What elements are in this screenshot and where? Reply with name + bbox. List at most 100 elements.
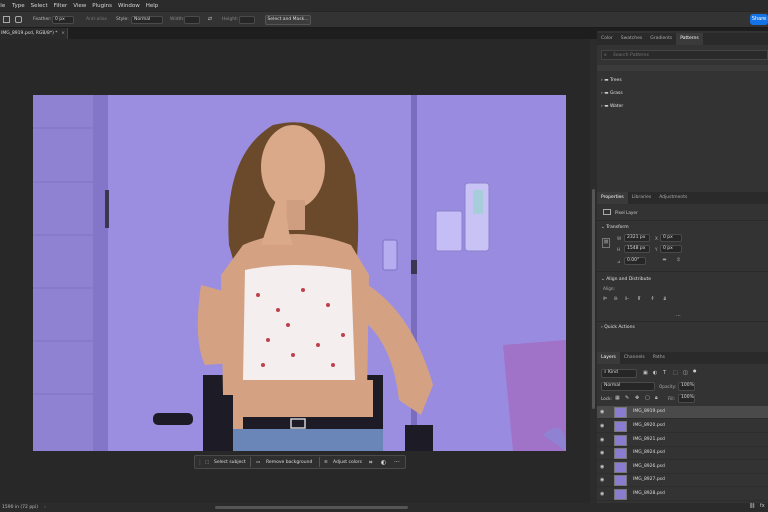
swap-icon[interactable]: ⇄ bbox=[206, 16, 214, 24]
align-header[interactable]: ⌄ Align and Distribute bbox=[601, 277, 651, 282]
pixel-layer-label: Pixel Layer bbox=[615, 210, 638, 215]
visibility-eye-icon[interactable]: ◉ bbox=[600, 477, 604, 483]
folder-water[interactable]: › ▬ Water bbox=[601, 104, 623, 109]
menu-file[interactable]: File bbox=[0, 3, 6, 9]
fx-icon[interactable]: fx bbox=[760, 503, 765, 509]
align-right-icon[interactable]: ⊩ bbox=[625, 296, 629, 302]
layer-row[interactable]: ◉ IMG_8921.psd bbox=[597, 434, 768, 447]
tab-swatches[interactable]: Swatches bbox=[617, 33, 647, 45]
drag-handle-icon[interactable]: ⋮ bbox=[197, 459, 203, 466]
layer-row[interactable]: ◉ IMG_8924.psd bbox=[597, 447, 768, 460]
tab-adjustments[interactable]: Adjustments bbox=[655, 192, 691, 204]
align-middle-icon[interactable]: ⫩ bbox=[651, 296, 654, 302]
tab-color[interactable]: Color bbox=[597, 33, 617, 45]
select-and-mask-button[interactable]: Select and Mask... bbox=[265, 15, 311, 25]
x-value-field[interactable]: 0 px bbox=[660, 234, 682, 242]
height-input[interactable] bbox=[239, 16, 255, 24]
folder-grass[interactable]: › ▬ Grass bbox=[601, 91, 623, 96]
folder-icon: ▬ bbox=[604, 91, 609, 96]
selection-mode-icon[interactable] bbox=[15, 16, 22, 23]
document-image[interactable] bbox=[33, 95, 566, 451]
height-value-field[interactable]: 1548 px bbox=[624, 245, 650, 253]
layer-name: IMG_8927.psd bbox=[633, 477, 665, 482]
menu-help[interactable]: Help bbox=[146, 3, 159, 9]
layer-row[interactable]: ◉ IMG_8928.psd bbox=[597, 488, 768, 501]
select-subject-button[interactable]: Select subject bbox=[214, 460, 246, 465]
horizontal-scrollbar[interactable] bbox=[215, 506, 408, 509]
adjust-colors-button[interactable]: Adjust colors bbox=[333, 460, 362, 465]
layer-row[interactable]: ◉ IMG_8919.psd bbox=[597, 406, 768, 419]
menu-view[interactable]: View bbox=[73, 3, 86, 9]
link-icon[interactable]: ⛓ bbox=[602, 238, 610, 248]
canvas-scrollbar[interactable] bbox=[590, 39, 597, 503]
link-layers-icon[interactable]: ⛓ bbox=[749, 503, 755, 509]
lock-transparent-icon[interactable]: ▦ bbox=[615, 395, 620, 401]
flip-vertical-icon[interactable]: ⇳ bbox=[675, 257, 682, 263]
visibility-eye-icon[interactable]: ◉ bbox=[600, 450, 604, 456]
blend-mode-select[interactable]: Normal bbox=[601, 382, 655, 391]
tab-channels[interactable]: Channels bbox=[620, 352, 649, 364]
lock-label: Lock: bbox=[601, 396, 612, 401]
filter-type-icon[interactable]: T bbox=[663, 370, 666, 376]
remove-background-button[interactable]: Remove background bbox=[266, 460, 312, 465]
lock-all-icon[interactable]: 🔒︎ bbox=[655, 395, 658, 401]
anti-alias-checkbox[interactable]: Anti-alias bbox=[86, 17, 107, 22]
y-value-field[interactable]: 0 px bbox=[660, 245, 682, 253]
tab-paths[interactable]: Paths bbox=[649, 352, 669, 364]
crop-icon[interactable]: ⌗ bbox=[369, 459, 372, 467]
more-options-icon[interactable]: ··· bbox=[394, 459, 400, 466]
lock-artboard-icon[interactable]: ▢ bbox=[645, 395, 650, 401]
status-arrow-icon[interactable]: › bbox=[44, 503, 46, 512]
menu-type[interactable]: Type bbox=[12, 3, 25, 9]
filter-pixel-icon[interactable]: ▣ bbox=[643, 370, 648, 376]
width-value-field[interactable]: 2321 px bbox=[624, 234, 650, 242]
menu-window[interactable]: Window bbox=[118, 3, 140, 9]
scrollbar-thumb[interactable] bbox=[592, 189, 595, 409]
search-patterns-field[interactable]: ⌕ Search Patterns bbox=[601, 50, 768, 60]
tab-patterns[interactable]: Patterns bbox=[676, 33, 703, 45]
align-top-icon[interactable]: ⫪ bbox=[638, 296, 641, 302]
feather-input[interactable]: 0 px bbox=[52, 16, 74, 24]
align-bottom-icon[interactable]: ⫫ bbox=[663, 296, 666, 302]
visibility-eye-icon[interactable]: ◉ bbox=[600, 409, 604, 415]
quick-actions-header[interactable]: › Quick Actions bbox=[601, 325, 635, 330]
layer-row[interactable]: ◉ IMG_8926.psd bbox=[597, 461, 768, 474]
close-tab-icon[interactable]: × bbox=[61, 28, 65, 39]
filter-adjustment-icon[interactable]: ◐ bbox=[653, 370, 657, 376]
mask-icon[interactable]: ◐ bbox=[381, 459, 386, 466]
flip-horizontal-icon[interactable]: ⇹ bbox=[661, 257, 668, 263]
menu-filter[interactable]: Filter bbox=[54, 3, 68, 9]
tab-libraries[interactable]: Libraries bbox=[628, 192, 655, 204]
align-left-icon[interactable]: ⊫ bbox=[603, 296, 607, 302]
marquee-tool-icon[interactable] bbox=[3, 16, 10, 23]
more-icon[interactable]: ··· bbox=[676, 313, 681, 319]
angle-field[interactable]: 0.00° bbox=[624, 257, 646, 265]
tab-layers[interactable]: Layers bbox=[597, 352, 620, 364]
layer-row[interactable]: ◉ IMG_8920.psd bbox=[597, 420, 768, 433]
tab-properties[interactable]: Properties bbox=[597, 192, 628, 204]
layer-row[interactable]: ◉ IMG_8927.psd bbox=[597, 474, 768, 487]
menu-select[interactable]: Select bbox=[31, 3, 48, 9]
document-tab[interactable]: IMG_8919.psd, RGB/8*) * × bbox=[0, 28, 68, 39]
transform-header[interactable]: ⌄ Transform bbox=[601, 225, 629, 230]
width-input[interactable] bbox=[184, 16, 200, 24]
visibility-eye-icon[interactable]: ◉ bbox=[600, 491, 604, 497]
layer-kind-filter[interactable]: ⌕ Kind bbox=[601, 369, 637, 378]
tab-gradients[interactable]: Gradients bbox=[646, 33, 676, 45]
filter-shape-icon[interactable]: ⬚ bbox=[673, 370, 678, 376]
menu-plugins[interactable]: Plugins bbox=[92, 3, 112, 9]
lock-position-icon[interactable]: ✥ bbox=[635, 395, 639, 401]
filter-toggle-icon[interactable]: ● bbox=[693, 368, 697, 374]
visibility-eye-icon[interactable]: ◉ bbox=[600, 437, 604, 443]
layers-panel-tabs: Layers Channels Paths bbox=[597, 352, 768, 364]
folder-trees[interactable]: › ▬ Trees bbox=[601, 78, 622, 83]
style-select[interactable]: Normal bbox=[131, 16, 163, 24]
filter-smart-icon[interactable]: ◫ bbox=[683, 370, 688, 376]
fill-field[interactable]: 100% bbox=[678, 394, 695, 403]
share-button[interactable]: Share bbox=[750, 14, 768, 25]
visibility-eye-icon[interactable]: ◉ bbox=[600, 464, 604, 470]
align-center-icon[interactable]: ⊪ bbox=[614, 296, 618, 302]
lock-pixels-icon[interactable]: ✎ bbox=[625, 395, 629, 401]
opacity-field[interactable]: 100% bbox=[678, 382, 695, 391]
visibility-eye-icon[interactable]: ◉ bbox=[600, 423, 604, 429]
